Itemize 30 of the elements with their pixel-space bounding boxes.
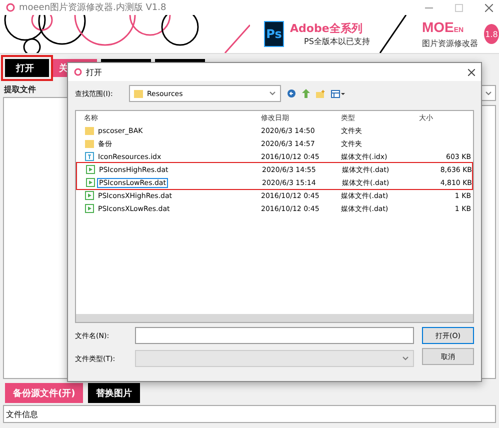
view-menu-icon[interactable]: [331, 90, 345, 98]
banner-headline: Adobe全系列: [290, 21, 364, 36]
product-name: 图片资源修改器: [422, 38, 478, 48]
media-file-icon: [86, 165, 95, 174]
version-badge: 1.8: [484, 24, 499, 44]
banner-subline: PS全版本以已支持: [304, 36, 370, 47]
photoshop-logo: Ps: [264, 21, 284, 47]
scrollbar[interactable]: [76, 314, 473, 322]
close-icon[interactable]: [485, 4, 493, 12]
dialog-title: 打开: [86, 66, 102, 78]
section-label: 提取文件: [4, 84, 36, 95]
action-button[interactable]: 替换图片: [88, 383, 140, 403]
slash-line: [378, 15, 408, 53]
file-info-field: 文件信息: [3, 405, 496, 423]
window-title: moeen图片资源修改器.内测版 V1.8: [19, 2, 168, 14]
app-icon: [74, 68, 82, 76]
file-icon: [85, 152, 94, 161]
filename-field[interactable]: [135, 327, 414, 344]
toolbar-button[interactable]: 打开: [5, 59, 49, 77]
back-icon[interactable]: [287, 89, 296, 98]
close-icon[interactable]: [468, 68, 475, 76]
new-folder-icon[interactable]: [316, 90, 325, 98]
app-icon: [6, 3, 15, 12]
media-file-icon: [85, 191, 94, 200]
media-file-icon: [86, 178, 95, 187]
maximize-icon[interactable]: [455, 4, 463, 12]
folder-icon: [134, 89, 143, 98]
up-arrow-icon[interactable]: [302, 89, 310, 98]
media-file-icon: [85, 204, 94, 213]
action-button[interactable]: 备份源文件(开): [5, 383, 84, 403]
